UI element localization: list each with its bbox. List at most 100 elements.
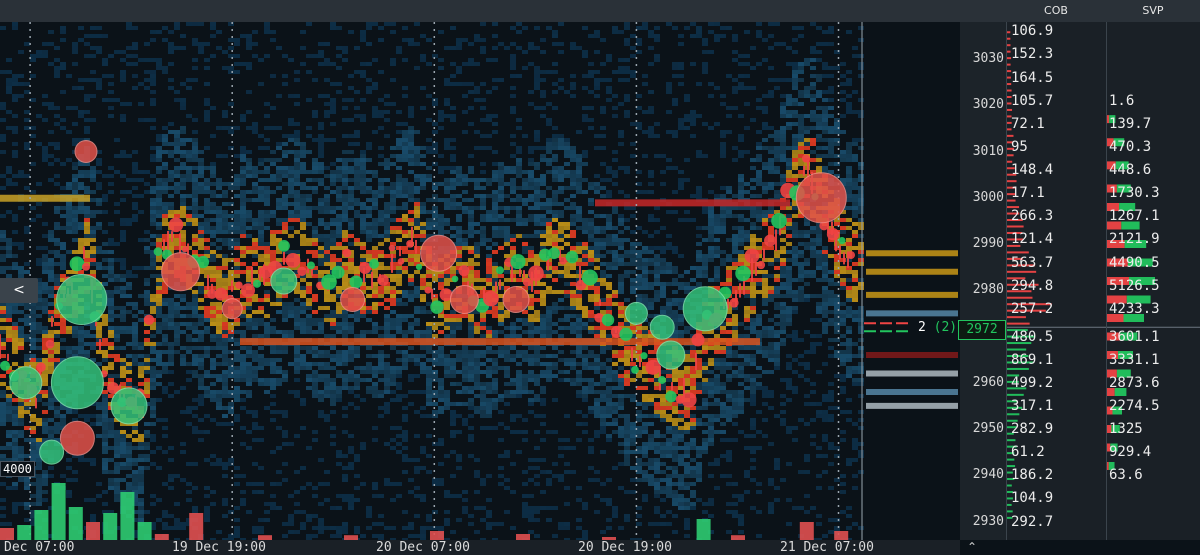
heat-cell [12,510,18,514]
heat-cell [300,330,306,334]
heat-cell [438,222,444,226]
heat-cell [354,374,360,378]
heat-cell [144,278,150,282]
heat-cell [384,234,390,238]
heat-cell [162,510,168,514]
heat-cell [36,54,42,58]
heat-cell [450,382,456,386]
heat-cell [84,218,90,222]
heat-cell [42,394,48,398]
heat-cell [324,470,330,474]
heat-cell [324,246,330,250]
heat-cell [108,310,114,314]
heat-cell [408,150,414,154]
heat-cell [492,202,498,206]
heat-cell [186,326,192,330]
heat-cell [234,338,240,342]
heat-cell [222,242,228,246]
heat-cell [306,366,312,370]
heat-cell [330,398,336,402]
heat-cell [354,350,360,354]
heat-cell [54,46,60,50]
heat-cell [0,454,6,458]
heat-cell [474,530,480,534]
heat-cell [6,318,12,322]
heat-cell [438,442,444,446]
heat-cell [264,198,270,202]
heat-cell [54,114,60,118]
heat-cell [270,106,276,110]
heat-cell [468,522,474,526]
heat-cell [354,202,360,206]
heat-cell [384,102,390,106]
heat-cell [174,350,180,354]
heat-cell [474,270,480,274]
heat-cell [522,386,528,390]
heat-cell [528,90,534,94]
heat-cell [390,186,396,190]
heat-cell [504,426,510,430]
heat-cell [120,198,126,202]
heat-cell [294,510,300,514]
heat-cell [210,374,216,378]
heat-cell [210,338,216,342]
heat-cell [162,286,168,290]
heat-cell [228,362,234,366]
heat-cell [330,258,336,262]
heat-cell [516,350,522,354]
heat-cell [126,454,132,458]
heat-cell [216,530,222,534]
heat-cell [78,350,84,354]
heat-cell [156,382,162,386]
heat-cell [222,406,228,410]
heat-cell [72,346,78,350]
heat-cell [360,226,366,230]
heat-cell [426,470,432,474]
heatmap-panel[interactable] [0,22,960,540]
heat-cell [174,98,180,102]
heat-cell [306,54,312,58]
heat-cell [318,146,324,150]
heat-cell [234,386,240,390]
heat-cell [462,174,468,178]
heat-cell [510,26,516,30]
heat-cell [402,458,408,462]
heat-cell [132,178,138,182]
heat-cell [108,318,114,322]
heat-cell [498,314,504,318]
heat-cell [360,182,366,186]
heat-cell [318,350,324,354]
heat-cell [12,82,18,86]
heat-cell [126,46,132,50]
heat-cell [270,394,276,398]
heat-cell [282,198,288,202]
heat-cell [84,206,90,210]
heat-cell [312,390,318,394]
heat-cell [516,174,522,178]
heat-cell [312,242,318,246]
heat-cell [240,114,246,118]
heat-cell [474,98,480,102]
heatmap-chart[interactable] [0,22,960,540]
heat-cell [102,426,108,430]
heat-cell [528,402,534,406]
heat-cell [474,34,480,38]
heat-cell [240,246,246,250]
heat-cell [366,142,372,146]
heat-cell [96,222,102,226]
heat-cell [384,386,390,390]
heat-cell [216,322,222,326]
heat-cell [480,226,486,230]
heat-cell [264,250,270,254]
heat-cell [150,414,156,418]
heat-cell [276,158,282,162]
heat-cell [120,330,126,334]
heat-cell [282,318,288,322]
heat-cell [414,410,420,414]
heat-cell [258,378,264,382]
heat-cell [390,398,396,402]
heat-cell [324,366,330,370]
heat-cell [102,354,108,358]
heat-cell [504,166,510,170]
heat-cell [408,110,414,114]
